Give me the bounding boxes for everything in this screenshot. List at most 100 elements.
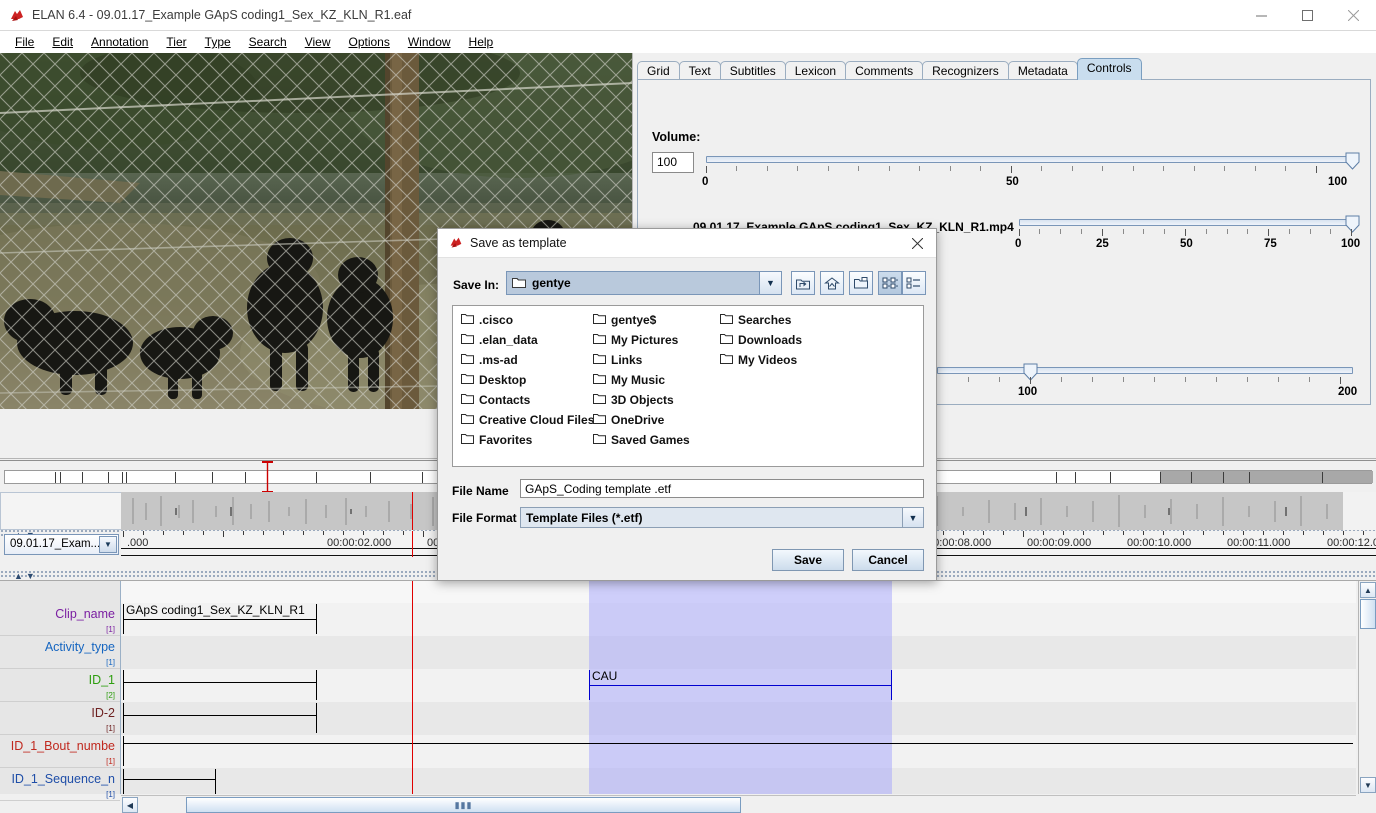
list-item-label: .elan_data: [479, 333, 538, 347]
list-item[interactable]: Links: [593, 350, 690, 370]
elan-app-icon: [8, 7, 26, 25]
annotation-id-1-bout-number[interactable]: [123, 736, 1353, 766]
tier-label-id-1-bout-number[interactable]: ID_1_Bout_numbe [1]: [0, 735, 120, 768]
tier-annotation-grid[interactable]: GApS coding1_Sex_KZ_KLN_R1 CAU: [121, 581, 1356, 794]
folder-icon: [461, 433, 474, 447]
maximize-button[interactable]: [1284, 0, 1330, 31]
close-button[interactable]: [1330, 0, 1376, 31]
mini-ruler-tick: [283, 531, 284, 535]
list-item[interactable]: 3D Objects: [593, 390, 690, 410]
menu-tier[interactable]: Tier: [157, 33, 195, 51]
details-view-icon[interactable]: [902, 271, 926, 295]
mini-ruler-tick: [1063, 531, 1064, 535]
dialog-close-button[interactable]: [902, 232, 932, 255]
annotation-id-1-cau[interactable]: CAU: [589, 670, 892, 700]
file-name-input[interactable]: GApS_Coding template .etf: [520, 479, 924, 498]
tier-selector-combo[interactable]: 09.01.17_Exam... ▼: [4, 534, 119, 555]
mini-ruler-tick: [1123, 531, 1124, 535]
menu-edit[interactable]: Edit: [43, 33, 82, 51]
annotation-clip-name-text: GApS coding1_Sex_KZ_KLN_R1: [126, 603, 305, 617]
list-item-label: Downloads: [738, 333, 802, 347]
menu-search[interactable]: Search: [240, 33, 296, 51]
cancel-button[interactable]: Cancel: [852, 549, 924, 571]
home-icon[interactable]: [820, 271, 844, 295]
overview-playhead-cursor[interactable]: [0, 461, 9, 491]
tiles-view-icon[interactable]: [878, 271, 902, 295]
window-title: ELAN 6.4 - 09.01.17_Example GApS coding1…: [32, 8, 411, 22]
annotation-id-1-first[interactable]: [123, 670, 317, 700]
scroll-up-button[interactable]: ▲: [1360, 582, 1376, 598]
list-item[interactable]: My Music: [593, 370, 690, 390]
tier-label-id-2[interactable]: ID-2 [1]: [0, 702, 120, 735]
save-button[interactable]: Save: [772, 549, 844, 571]
tier-horizontal-scrollbar[interactable]: ◀ ▮▮▮: [121, 795, 1356, 813]
balance-slider-track[interactable]: [1019, 219, 1353, 226]
new-folder-icon[interactable]: [849, 271, 873, 295]
list-item[interactable]: Searches: [720, 310, 802, 330]
mini-ruler-tick: [1143, 531, 1144, 535]
tier-label-id-1[interactable]: ID_1 [2]: [0, 669, 120, 702]
minimize-button[interactable]: [1238, 0, 1284, 31]
tab-metadata[interactable]: Metadata: [1008, 61, 1078, 81]
list-item[interactable]: Desktop: [461, 370, 594, 390]
menu-options[interactable]: Options: [340, 33, 399, 51]
file-browser-list[interactable]: .cisco .elan_data .ms-ad Desktop Contact…: [452, 305, 924, 467]
menu-help[interactable]: Help: [460, 33, 503, 51]
mini-ruler-tick: [1283, 531, 1284, 535]
tier-label-clip-name[interactable]: Clip_name [1]: [0, 603, 120, 636]
tab-recognizers[interactable]: Recognizers: [922, 61, 1009, 81]
annotation-id-2[interactable]: [123, 703, 317, 733]
list-item-label: gentye$: [611, 313, 656, 327]
list-item[interactable]: Creative Cloud Files: [461, 410, 594, 430]
save-in-chevron-down-icon[interactable]: ▼: [759, 272, 781, 294]
menu-type[interactable]: Type: [196, 33, 240, 51]
scroll-left-button[interactable]: ◀: [122, 797, 138, 813]
list-item[interactable]: Contacts: [461, 390, 594, 410]
volume-value-field[interactable]: 100: [652, 152, 694, 173]
list-item[interactable]: Favorites: [461, 430, 594, 450]
folder-icon: [593, 373, 606, 387]
list-item[interactable]: .elan_data: [461, 330, 594, 350]
chevron-down-icon[interactable]: ▼: [99, 536, 117, 553]
list-item[interactable]: Saved Games: [593, 430, 690, 450]
list-item[interactable]: OneDrive: [593, 410, 690, 430]
list-item[interactable]: .cisco: [461, 310, 594, 330]
list-item[interactable]: Downloads: [720, 330, 802, 350]
list-item[interactable]: My Pictures: [593, 330, 690, 350]
save-in-combo[interactable]: gentye ▼: [506, 271, 782, 295]
dialog-title-bar: Save as template: [438, 229, 936, 258]
tab-text[interactable]: Text: [679, 61, 721, 81]
file-name-label: File Name: [452, 484, 509, 498]
tier-count-activity-type: [1]: [106, 658, 115, 667]
file-format-chevron-down-icon[interactable]: ▼: [902, 508, 923, 527]
list-item[interactable]: gentye$: [593, 310, 690, 330]
annotation-id-1-sequence-n[interactable]: [123, 769, 216, 794]
save-as-template-dialog: Save as template Save In: gentye ▼: [437, 228, 937, 581]
menu-view[interactable]: View: [296, 33, 340, 51]
mini-ruler-tick: [1303, 531, 1304, 535]
scroll-down-button[interactable]: ▼: [1360, 777, 1376, 793]
volume-slider-track[interactable]: [706, 156, 1358, 163]
tab-lexicon[interactable]: Lexicon: [785, 61, 846, 81]
tier-vertical-scrollbar[interactable]: ▲ ▼: [1358, 581, 1376, 794]
list-item[interactable]: My Videos: [720, 350, 802, 370]
tab-controls[interactable]: Controls: [1077, 58, 1142, 80]
tier-label-id-1-sequence-n[interactable]: ID_1_Sequence_n [1]: [0, 768, 120, 801]
vertical-scroll-thumb[interactable]: [1360, 599, 1376, 629]
list-item-label: Contacts: [479, 393, 530, 407]
tier-label-activity-type[interactable]: Activity_type [1]: [0, 636, 120, 669]
tab-grid[interactable]: Grid: [637, 61, 680, 81]
menu-window[interactable]: Window: [399, 33, 460, 51]
rate-slider-track[interactable]: [937, 367, 1353, 374]
up-one-level-icon[interactable]: [791, 271, 815, 295]
tab-subtitles[interactable]: Subtitles: [720, 61, 786, 81]
waveform-label-panel: [0, 492, 121, 530]
menu-file[interactable]: File: [6, 33, 43, 51]
menu-annotation[interactable]: Annotation: [82, 33, 157, 51]
annotation-clip-name[interactable]: GApS coding1_Sex_KZ_KLN_R1: [123, 604, 317, 634]
tab-comments[interactable]: Comments: [845, 61, 923, 81]
list-item[interactable]: .ms-ad: [461, 350, 594, 370]
horizontal-scroll-thumb[interactable]: ▮▮▮: [186, 797, 741, 813]
file-format-combo[interactable]: Template Files (*.etf) ▼: [520, 507, 924, 528]
list-item-label: Links: [611, 353, 642, 367]
